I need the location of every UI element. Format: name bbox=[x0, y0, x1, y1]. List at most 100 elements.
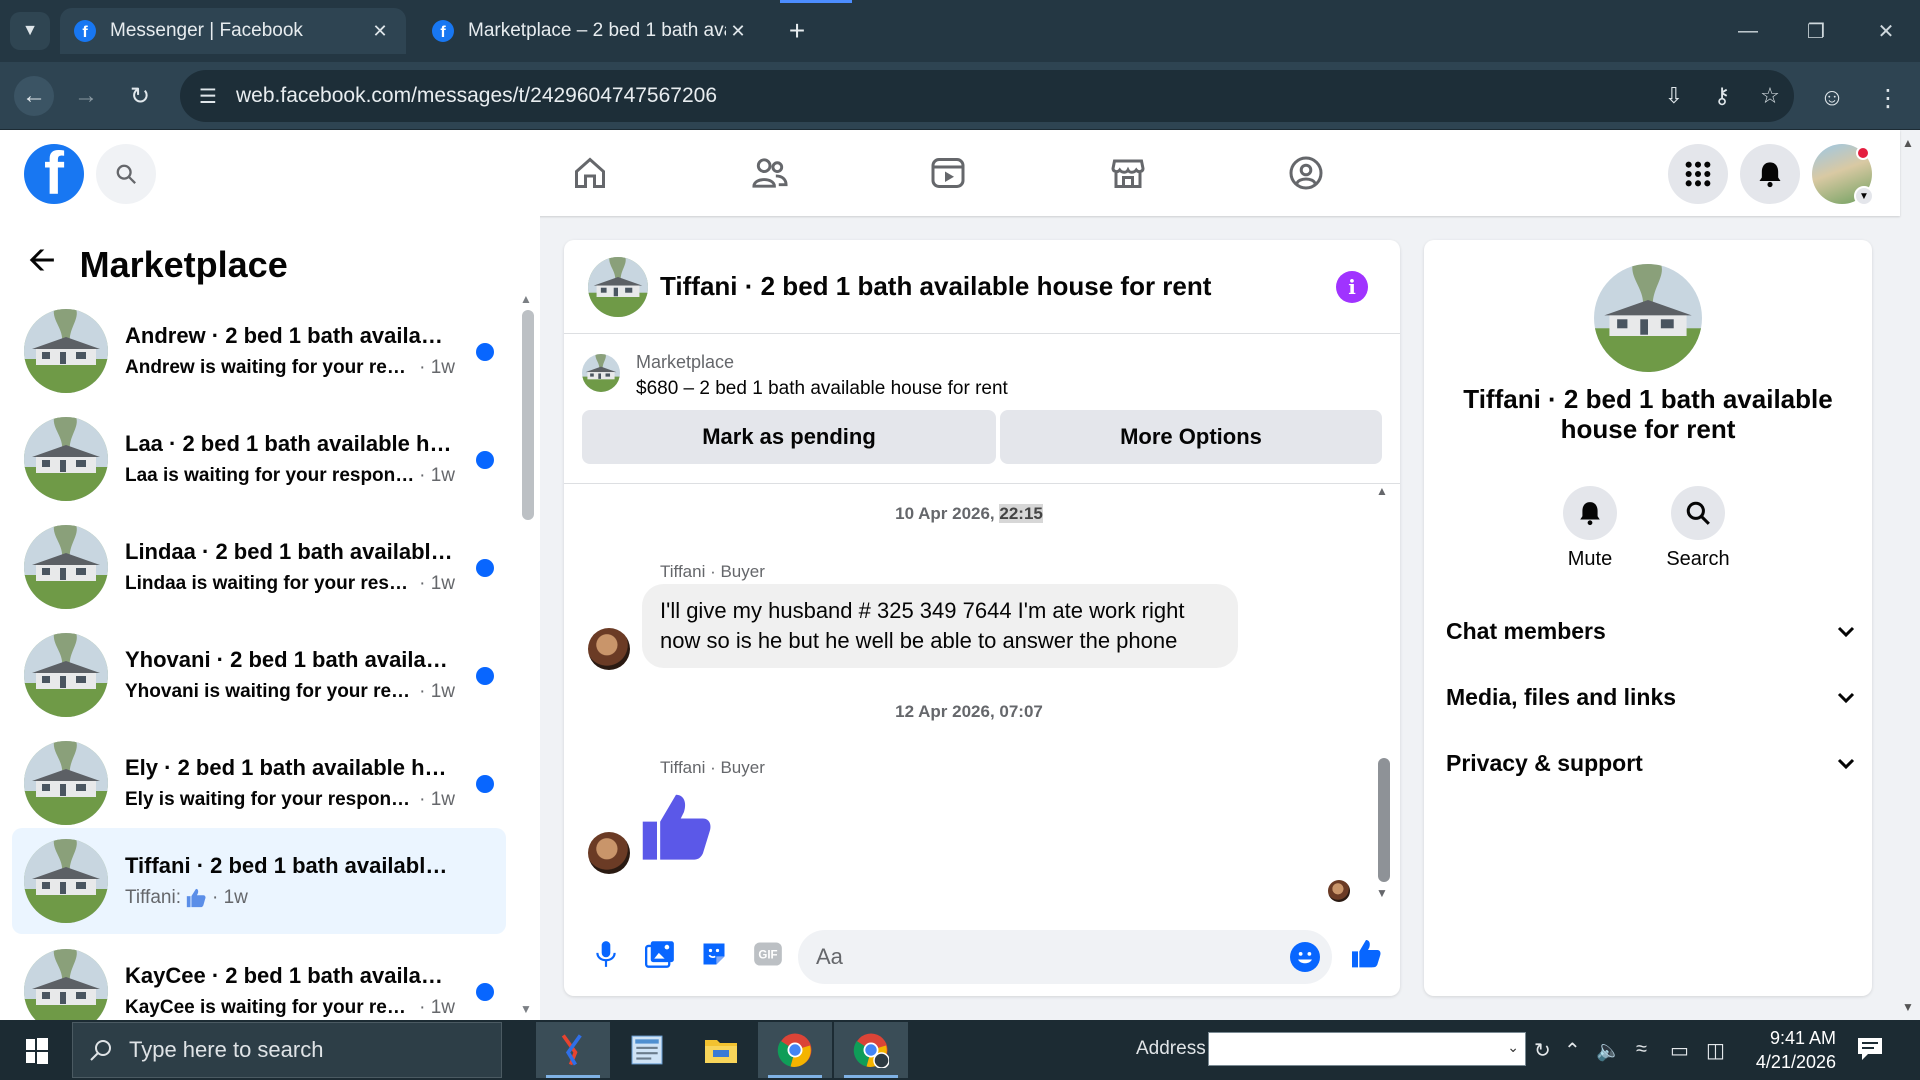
taskbar-search-box[interactable]: Type here to search bbox=[72, 1022, 502, 1078]
minimize-icon[interactable]: — bbox=[1724, 14, 1772, 48]
buyer-avatar[interactable] bbox=[588, 832, 630, 874]
system-clock[interactable]: 9:41 AM 4/21/2026 bbox=[1744, 1026, 1836, 1074]
conversation-item-andrew[interactable]: Andrew · 2 bed 1 bath availabl... Andrew… bbox=[12, 298, 506, 404]
more-options-button[interactable]: More Options bbox=[1000, 410, 1382, 464]
listing-thumbnail[interactable] bbox=[582, 354, 620, 392]
facebook-top-nav: f ▼ bbox=[0, 130, 1900, 216]
conversation-item-kaycee[interactable]: KayCee · 2 bed 1 bath availabl... KayCee… bbox=[12, 938, 506, 1020]
info-icon[interactable]: i bbox=[1336, 270, 1368, 303]
nav-video-tab[interactable] bbox=[918, 150, 978, 196]
attach-media-button[interactable] bbox=[642, 936, 678, 972]
facebook-logo-icon[interactable]: f bbox=[24, 144, 84, 204]
address-toolbar-input[interactable]: ⌄ bbox=[1208, 1032, 1526, 1066]
facebook-search-button[interactable] bbox=[96, 144, 156, 204]
chevron-down-icon[interactable]: ⌄ bbox=[1507, 1039, 1519, 1056]
install-app-icon[interactable]: ⇩ bbox=[1650, 83, 1698, 109]
conversation-item-laa[interactable]: Laa · 2 bed 1 bath available ho... Laa i… bbox=[12, 406, 506, 512]
page-scroll-up-icon[interactable]: ▲ bbox=[1902, 136, 1914, 150]
taskbar-search-placeholder: Type here to search bbox=[129, 1037, 324, 1062]
site-settings-icon[interactable]: ☰ bbox=[180, 84, 236, 109]
listing-large-thumbnail[interactable] bbox=[1594, 264, 1702, 372]
start-button[interactable] bbox=[14, 1034, 58, 1068]
nav-marketplace-tab[interactable] bbox=[1098, 150, 1158, 196]
taskbar-app-editor[interactable] bbox=[610, 1022, 684, 1078]
conversation-item-yhovani[interactable]: Yhovani · 2 bed 1 bath availabl... Yhova… bbox=[12, 622, 506, 728]
taskbar-app-snip[interactable] bbox=[536, 1022, 610, 1078]
windows-logo-icon bbox=[26, 1038, 48, 1064]
conversation-item-lindaa[interactable]: Lindaa · 2 bed 1 bath available ... Lind… bbox=[12, 514, 506, 620]
mark-as-pending-button[interactable]: Mark as pending bbox=[582, 410, 996, 464]
section-privacy-support[interactable]: Privacy & support bbox=[1446, 750, 1856, 777]
message-input[interactable]: Aa bbox=[798, 930, 1332, 984]
browser-menu-icon[interactable]: ⋮ bbox=[1870, 80, 1906, 116]
buyer-avatar[interactable] bbox=[588, 628, 630, 670]
scroll-down-arrow-icon[interactable]: ▼ bbox=[520, 1002, 532, 1016]
section-media-files-links[interactable]: Media, files and links bbox=[1446, 684, 1856, 711]
section-label: Privacy & support bbox=[1446, 750, 1643, 776]
reload-button[interactable]: ↻ bbox=[120, 76, 160, 116]
nav-gaming-tab[interactable] bbox=[1276, 150, 1336, 196]
conversation-item-ely[interactable]: Ely · 2 bed 1 bath available ho... Ely i… bbox=[12, 730, 506, 836]
restore-icon[interactable]: ❐ bbox=[1792, 14, 1840, 48]
notifications-button[interactable] bbox=[1740, 144, 1800, 204]
tab-search-dropdown-icon[interactable]: ▼ bbox=[10, 12, 50, 50]
chat-header: Tiffani · 2 bed 1 bath available house f… bbox=[564, 240, 1400, 334]
grid-menu-icon bbox=[1685, 161, 1711, 187]
tab-title: Messenger | Facebook bbox=[110, 20, 303, 41]
password-key-icon[interactable]: ⚷ bbox=[1698, 83, 1746, 109]
sticker-button[interactable] bbox=[696, 936, 732, 972]
search-icon bbox=[116, 164, 136, 184]
close-tab-icon[interactable]: ✕ bbox=[726, 21, 750, 42]
url-omnibox[interactable]: ☰ web.facebook.com/messages/t/2429604747… bbox=[180, 70, 1794, 122]
send-like-button[interactable] bbox=[1348, 936, 1384, 972]
like-sticker[interactable] bbox=[638, 790, 714, 871]
page-scroll-down-icon[interactable]: ▼ bbox=[1902, 1000, 1914, 1014]
clock-date: 4/21/2026 bbox=[1755, 1052, 1836, 1072]
chat-scrollbar[interactable] bbox=[1378, 758, 1390, 882]
wifi-icon[interactable]: ≈ bbox=[1636, 1038, 1647, 1061]
taskbar-app-chrome-profile[interactable] bbox=[834, 1022, 908, 1078]
chat-avatar[interactable] bbox=[588, 256, 648, 317]
speaker-icon[interactable]: 🔈 bbox=[1596, 1038, 1621, 1063]
show-hidden-icons-icon[interactable]: ⌃ bbox=[1564, 1038, 1581, 1063]
scroll-up-arrow-icon[interactable]: ▲ bbox=[520, 292, 532, 306]
device-icon[interactable]: ◫ bbox=[1706, 1038, 1725, 1063]
scroll-up-arrow-icon[interactable]: ▲ bbox=[1376, 484, 1388, 498]
voice-clip-button[interactable] bbox=[588, 936, 624, 972]
section-chat-members[interactable]: Chat members bbox=[1446, 618, 1856, 645]
taskbar-app-chrome[interactable] bbox=[758, 1022, 832, 1078]
message-bubble[interactable]: I'll give my husband # 325 349 7644 I'm … bbox=[642, 584, 1238, 668]
account-avatar[interactable]: ▼ bbox=[1812, 144, 1874, 206]
tab-messenger[interactable]: f Messenger | Facebook ✕ bbox=[60, 8, 406, 54]
forward-button[interactable]: → bbox=[66, 76, 106, 116]
sidebar-scrollbar[interactable] bbox=[522, 310, 534, 520]
conversation-time: · 1w bbox=[211, 887, 248, 908]
close-tab-icon[interactable]: ✕ bbox=[368, 21, 392, 42]
search-in-chat-button[interactable]: Search bbox=[1648, 486, 1748, 571]
scroll-down-arrow-icon[interactable]: ▼ bbox=[1376, 886, 1388, 900]
conversation-item-tiffani[interactable]: Tiffani · 2 bed 1 bath available h... Ti… bbox=[12, 828, 506, 934]
taskbar-app-file-explorer[interactable] bbox=[684, 1022, 758, 1078]
section-label: Media, files and links bbox=[1446, 684, 1677, 710]
bookmark-star-icon[interactable]: ☆ bbox=[1746, 83, 1794, 109]
action-center-button[interactable] bbox=[1856, 1036, 1886, 1064]
profile-icon[interactable]: ☺ bbox=[1814, 80, 1850, 116]
info-panel-title: Tiffani · 2 bed 1 bath available house f… bbox=[1463, 384, 1833, 444]
listing-title[interactable]: $680 – 2 bed 1 bath available house for … bbox=[636, 378, 1008, 400]
refresh-icon[interactable]: ↻ bbox=[1534, 1038, 1551, 1063]
groups-icon bbox=[1289, 156, 1323, 190]
nav-home-tab[interactable] bbox=[560, 150, 620, 196]
gif-button[interactable]: GIF bbox=[750, 936, 786, 972]
url-text[interactable]: web.facebook.com/messages/t/242960474756… bbox=[236, 84, 1650, 108]
battery-icon[interactable]: ▭ bbox=[1670, 1038, 1689, 1063]
new-tab-button[interactable]: + bbox=[780, 14, 814, 48]
mute-button[interactable]: Mute bbox=[1540, 486, 1640, 571]
close-window-icon[interactable]: ✕ bbox=[1862, 14, 1910, 48]
menu-grid-button[interactable] bbox=[1668, 144, 1728, 204]
nav-friends-tab[interactable] bbox=[740, 150, 800, 196]
chat-title[interactable]: Tiffani · 2 bed 1 bath available house f… bbox=[660, 271, 1336, 302]
tab-marketplace[interactable]: f Marketplace – 2 bed 1 bath ava ✕ bbox=[418, 8, 764, 54]
emoji-icon[interactable] bbox=[1290, 942, 1320, 972]
back-button[interactable]: ← bbox=[14, 76, 54, 116]
chevron-down-icon bbox=[1837, 758, 1855, 769]
